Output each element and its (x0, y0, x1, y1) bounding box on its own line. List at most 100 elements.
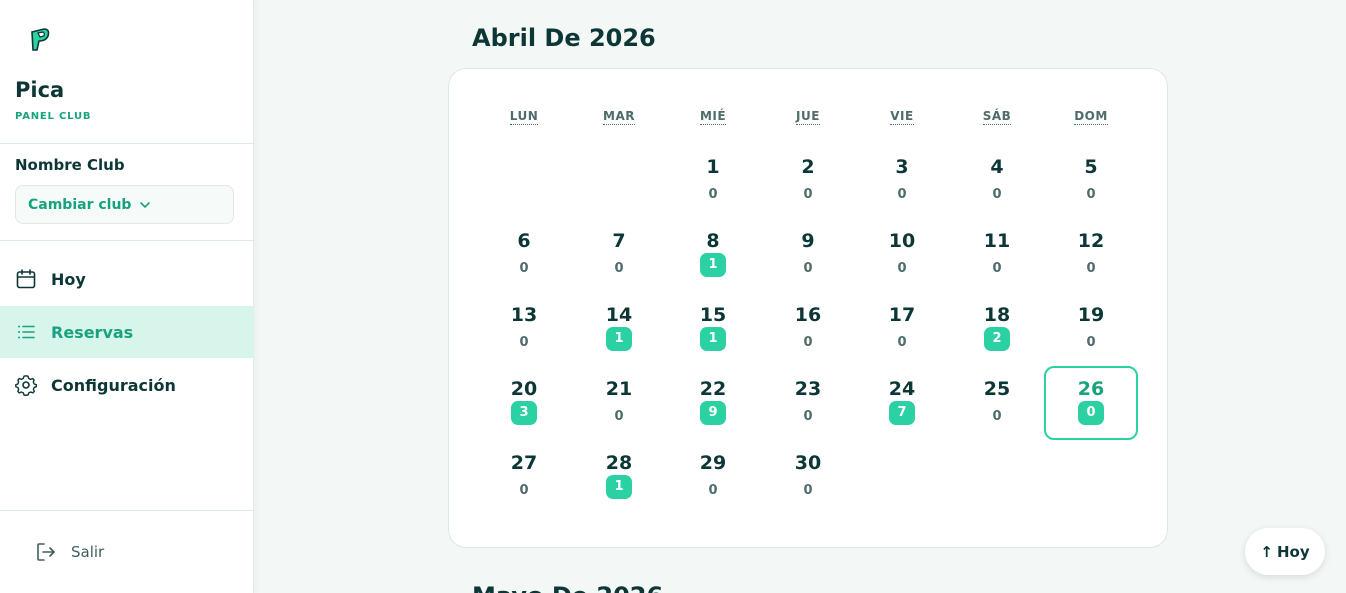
calendar-day[interactable]: 70 (572, 218, 666, 292)
booking-count: 0 (897, 261, 907, 276)
calendar-day[interactable]: 17 0 (855, 292, 949, 366)
calendar-day[interactable]: 14 1 (572, 292, 666, 366)
calendar-day[interactable]: 50 (1044, 144, 1138, 218)
calendar-day[interactable]: 24 7 (855, 366, 949, 440)
booking-count-value: 0 (1078, 401, 1104, 425)
brand-logo-icon[interactable] (28, 26, 52, 54)
booking-count: 0 (1086, 261, 1096, 276)
booking-count-badge: 1 (666, 253, 760, 277)
calendar-day[interactable]: 10 0 (855, 218, 949, 292)
booking-count: 0 (803, 335, 813, 350)
nav-item-label: Reservas (51, 322, 134, 342)
month-title: Abril De 2026 (472, 24, 656, 52)
day-number: 19 (1077, 304, 1105, 326)
day-number: 25 (983, 378, 1011, 400)
club-name-label: Nombre Club (15, 156, 125, 174)
day-number: 11 (983, 230, 1011, 252)
calendar-icon (16, 269, 36, 289)
weekday-header: DOM (1044, 109, 1138, 125)
booking-count-badge: 3 (477, 401, 571, 425)
weekday-header: MAR (572, 109, 666, 125)
booking-count: 0 (897, 335, 907, 350)
booking-count-value: 7 (889, 401, 915, 425)
booking-count-value: 1 (606, 475, 632, 499)
nav-item-label: Configuración (51, 375, 176, 395)
weekday-label: JUE (796, 109, 820, 125)
weekday-header: VIE (855, 109, 949, 125)
divider (0, 143, 254, 144)
weekday-header: SÁB (950, 109, 1044, 125)
booking-count: 0 (1086, 335, 1096, 350)
calendar-day[interactable]: 30 0 (761, 440, 855, 514)
calendar-day[interactable]: 18 2 (950, 292, 1044, 366)
next-month-title: Mayo De 2026 (472, 582, 663, 593)
gear-icon (15, 375, 37, 396)
booking-count: 0 (803, 409, 813, 424)
logout-label: Salir (71, 543, 105, 561)
nav-item-reservas[interactable]: Reservas (0, 306, 254, 358)
nav-item-hoy[interactable]: Hoy (0, 253, 254, 305)
calendar-day[interactable]: 29 0 (666, 440, 760, 514)
weekday-label: MAR (603, 109, 635, 125)
booking-count: 0 (803, 483, 813, 498)
booking-count-badge: 1 (572, 327, 666, 351)
divider (0, 240, 254, 241)
day-number: 12 (1077, 230, 1105, 252)
booking-count: 0 (708, 483, 718, 498)
calendar-day[interactable]: 16 0 (761, 292, 855, 366)
day-number: 23 (794, 378, 822, 400)
calendar-day[interactable]: 11 0 (950, 218, 1044, 292)
calendar-day[interactable]: 23 0 (761, 366, 855, 440)
calendar-day[interactable]: 81 (666, 218, 760, 292)
calendar-day[interactable]: 27 0 (477, 440, 571, 514)
day-number: 5 (1084, 156, 1098, 178)
booking-count-value: 3 (511, 401, 537, 425)
day-number: 26 (1077, 378, 1105, 400)
day-number: 3 (895, 156, 909, 178)
calendar-day[interactable]: 60 (477, 218, 571, 292)
calendar-day[interactable]: 19 0 (1044, 292, 1138, 366)
calendar-day[interactable]: 90 (761, 218, 855, 292)
booking-count-badge: 1 (666, 327, 760, 351)
calendar-day[interactable]: 30 (855, 144, 949, 218)
day-number: 24 (888, 378, 916, 400)
booking-count-value: 9 (700, 401, 726, 425)
calendar-day[interactable]: 28 1 (572, 440, 666, 514)
booking-count-badge: 2 (950, 327, 1044, 351)
calendar-day[interactable]: 25 0 (950, 366, 1044, 440)
change-club-dropdown[interactable]: Cambiar club (15, 185, 234, 224)
weekday-header: MIÉ (666, 109, 760, 125)
calendar-day[interactable]: 13 0 (477, 292, 571, 366)
nav-item-configuracion[interactable]: Configuración (0, 359, 254, 411)
scroll-to-today-button[interactable]: ↑ Hoy (1245, 528, 1325, 575)
calendar-day[interactable]: 12 0 (1044, 218, 1138, 292)
calendar-day[interactable]: 20 (761, 144, 855, 218)
calendar-day[interactable]: 15 1 (666, 292, 760, 366)
calendar-day[interactable]: 10 (666, 144, 760, 218)
weekday-label: VIE (890, 109, 914, 125)
booking-count-badge: 1 (572, 475, 666, 499)
booking-count: 0 (708, 187, 718, 202)
booking-count-badge: 7 (855, 401, 949, 425)
calendar-day[interactable]: 40 (950, 144, 1044, 218)
calendar-day[interactable]: 20 3 (477, 366, 571, 440)
day-number: 14 (605, 304, 633, 326)
calendar-day[interactable]: 22 9 (666, 366, 760, 440)
day-number: 9 (801, 230, 815, 252)
day-number: 29 (699, 452, 727, 474)
day-number: 21 (605, 378, 633, 400)
day-number: 17 (888, 304, 916, 326)
booking-count-value: 1 (606, 327, 632, 351)
booking-count-value: 1 (700, 327, 726, 351)
calendar-day[interactable]: 21 0 (572, 366, 666, 440)
weekday-label: LUN (509, 109, 539, 125)
booking-count: 0 (1086, 187, 1096, 202)
booking-count: 0 (803, 187, 813, 202)
day-number: 30 (794, 452, 822, 474)
booking-count: 0 (614, 261, 624, 276)
calendar-day-today[interactable]: 26 0 (1044, 366, 1138, 440)
weekday-label: SÁB (982, 109, 1012, 125)
logout-button[interactable]: Salir (35, 541, 104, 563)
brand-subtitle: PANEL CLUB (15, 111, 92, 122)
booking-count: 0 (519, 261, 529, 276)
